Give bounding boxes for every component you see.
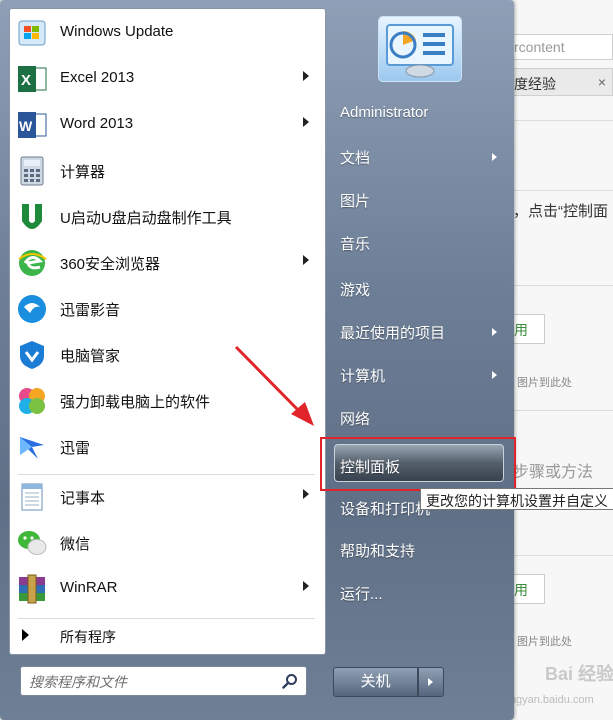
annotation-arrow-icon — [234, 345, 314, 426]
tooltip: 更改您的计算机设置并自定义 — [420, 488, 613, 510]
